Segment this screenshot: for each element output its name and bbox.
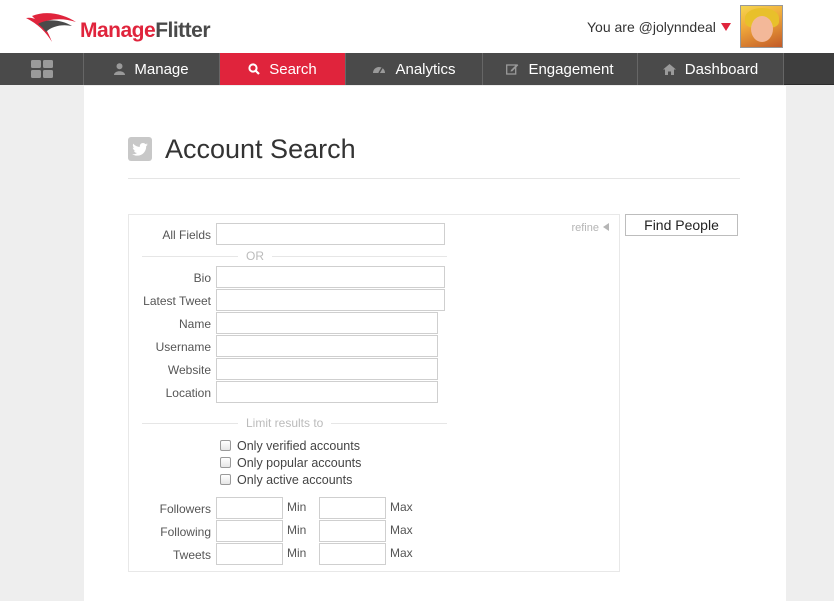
- limit-label: Limit results to: [238, 416, 332, 430]
- logo-icon: [26, 13, 76, 42]
- username-label: Username: [155, 340, 211, 354]
- nav-search[interactable]: Search: [220, 53, 346, 85]
- location-input[interactable]: [216, 381, 438, 403]
- bio-input[interactable]: [216, 266, 445, 288]
- nav-analytics[interactable]: Analytics: [346, 53, 483, 85]
- tweets-min-input[interactable]: [216, 543, 283, 565]
- find-people-button[interactable]: Find People: [625, 214, 738, 236]
- tweets-label: Tweets: [172, 548, 211, 562]
- caret-left-icon: [603, 223, 609, 231]
- bio-label: Bio: [193, 271, 211, 285]
- search-form: refine All Fields OR Bio Latest Tweet Na…: [128, 214, 620, 572]
- home-icon: [662, 63, 676, 75]
- active-checkbox-label: Only active accounts: [237, 472, 353, 487]
- logo-manage: Manage: [80, 19, 156, 42]
- user-menu[interactable]: You are @jolynndeal: [587, 19, 731, 35]
- or-divider: [142, 256, 447, 257]
- main-nav: Manage Search Analytics Engagement Dashb…: [0, 53, 834, 85]
- refine-toggle[interactable]: refine: [571, 222, 609, 234]
- nav-manage-label: Manage: [134, 60, 189, 78]
- location-label: Location: [165, 386, 211, 400]
- logo[interactable]: ManageFlitter: [24, 12, 211, 46]
- name-label: Name: [178, 317, 211, 331]
- page-title: Account Search: [165, 134, 356, 164]
- refine-label: refine: [571, 222, 599, 234]
- or-label: OR: [238, 249, 272, 263]
- verified-checkbox-row[interactable]: Only verified accounts: [220, 438, 360, 453]
- nav-dashboard-label: Dashboard: [684, 60, 759, 78]
- followers-label: Followers: [159, 502, 211, 516]
- following-label: Following: [160, 525, 211, 539]
- following-max-label: Max: [390, 523, 413, 537]
- nav-engagement-label: Engagement: [528, 60, 614, 78]
- user-icon: [114, 63, 126, 75]
- following-max-input[interactable]: [319, 520, 386, 542]
- website-label: Website: [167, 363, 211, 377]
- active-checkbox-row[interactable]: Only active accounts: [220, 472, 352, 487]
- active-checkbox[interactable]: [220, 474, 231, 485]
- main-content: Account Search refine All Fields OR Bio …: [84, 86, 786, 601]
- user-label: You are @jolynndeal: [587, 19, 716, 35]
- logo-text: ManageFlitter: [80, 19, 211, 43]
- edit-icon: [506, 63, 519, 75]
- following-min-input[interactable]: [216, 520, 283, 542]
- verified-checkbox[interactable]: [220, 440, 231, 451]
- nav-grid[interactable]: [0, 53, 84, 85]
- all-fields-input[interactable]: [216, 223, 445, 245]
- avatar[interactable]: [740, 5, 783, 48]
- followers-max-label: Max: [390, 500, 413, 514]
- tweets-min-label: Min: [287, 546, 307, 560]
- popular-checkbox[interactable]: [220, 457, 231, 468]
- avatar-face: [751, 16, 773, 42]
- twitter-icon: [128, 137, 152, 161]
- latest-tweet-label: Latest Tweet: [143, 294, 211, 308]
- page-header: Account Search: [128, 134, 740, 179]
- nav-dashboard[interactable]: Dashboard: [638, 53, 784, 85]
- nav-search-label: Search: [269, 60, 317, 78]
- popular-checkbox-label: Only popular accounts: [237, 455, 362, 470]
- popular-checkbox-row[interactable]: Only popular accounts: [220, 455, 361, 470]
- followers-min-input[interactable]: [216, 497, 283, 519]
- followers-min-label: Min: [287, 500, 307, 514]
- verified-checkbox-label: Only verified accounts: [237, 438, 360, 453]
- username-input[interactable]: [216, 335, 438, 357]
- logo-flitter: Flitter: [155, 19, 211, 42]
- nav-analytics-label: Analytics: [395, 60, 456, 78]
- latest-tweet-input[interactable]: [216, 289, 445, 311]
- nav-engagement[interactable]: Engagement: [483, 53, 638, 85]
- header: ManageFlitter You are @jolynndeal: [0, 0, 834, 53]
- following-min-label: Min: [287, 523, 307, 537]
- grid-icon: [30, 60, 53, 78]
- website-input[interactable]: [216, 358, 438, 380]
- followers-max-input[interactable]: [319, 497, 386, 519]
- all-fields-label: All Fields: [162, 228, 211, 242]
- search-icon: [248, 63, 261, 75]
- nav-manage[interactable]: Manage: [84, 53, 220, 85]
- gauge-icon: [372, 64, 386, 74]
- name-input[interactable]: [216, 312, 438, 334]
- caret-down-icon: [720, 23, 731, 31]
- tweets-max-label: Max: [390, 546, 413, 560]
- tweets-max-input[interactable]: [319, 543, 386, 565]
